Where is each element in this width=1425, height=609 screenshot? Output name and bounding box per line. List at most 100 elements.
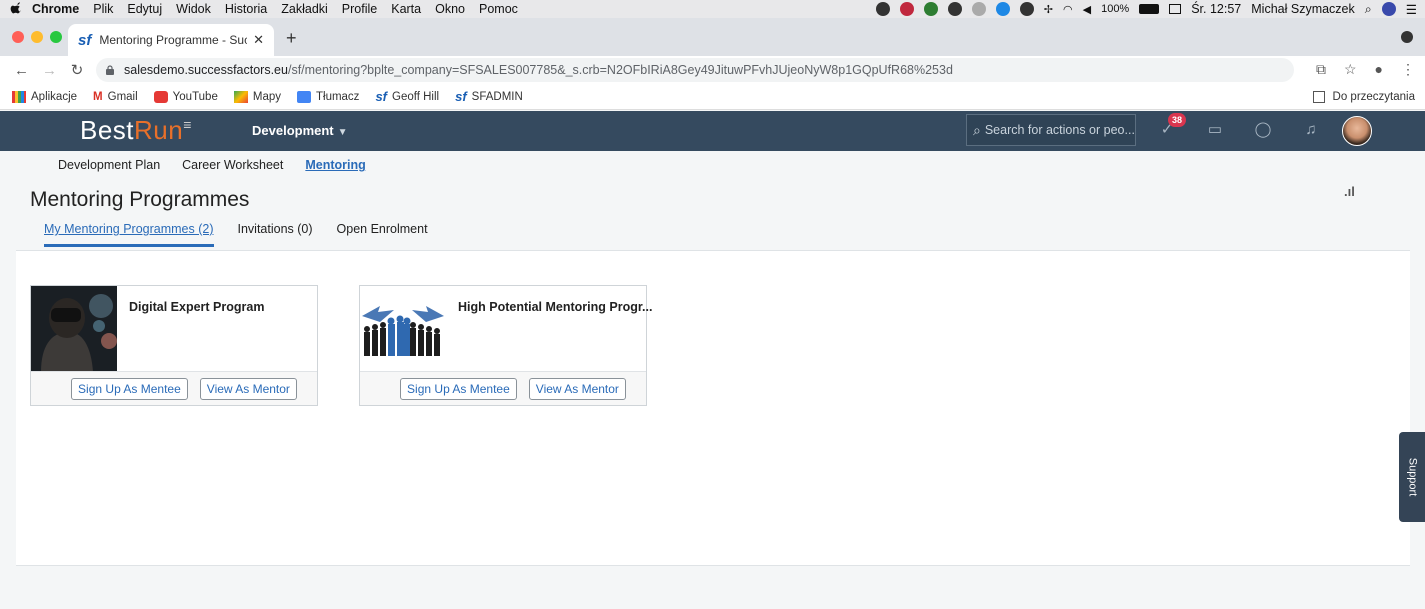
- bookmark-maps[interactable]: Mapy: [233, 90, 281, 103]
- view-as-mentor-button[interactable]: View As Mentor: [199, 377, 297, 400]
- spotlight-icon[interactable]: ⌕: [1365, 2, 1372, 17]
- tab-my-programmes[interactable]: My Mentoring Programmes (2): [44, 222, 214, 247]
- menubar-user[interactable]: Michał Szymaczek: [1251, 2, 1355, 16]
- programme-card[interactable]: High Potential Mentoring Progr... Sign U…: [359, 285, 652, 406]
- user-avatar[interactable]: [1342, 116, 1372, 146]
- view-as-mentor-button[interactable]: View As Mentor: [528, 377, 626, 400]
- menu-okno[interactable]: Okno: [435, 2, 465, 16]
- card-title[interactable]: High Potential Mentoring Progr...: [458, 300, 652, 314]
- bookmark-sfadmin[interactable]: sf SFADMIN: [455, 89, 523, 104]
- address-bar[interactable]: salesdemo.successfactors.eu/sf/mentoring…: [96, 58, 1294, 82]
- subnav-development-plan[interactable]: Development Plan: [58, 158, 160, 172]
- approvals-icon[interactable]: ✓ 38: [1156, 113, 1186, 141]
- subnav-mentoring[interactable]: Mentoring: [305, 158, 365, 172]
- reading-list[interactable]: Do przeczytania: [1312, 90, 1425, 103]
- reload-button[interactable]: ↻: [70, 61, 84, 79]
- menu-plik[interactable]: Plik: [93, 2, 113, 16]
- translate-icon[interactable]: ⧉: [1316, 61, 1326, 78]
- menubar-datetime[interactable]: Śr. 12:57: [1191, 2, 1241, 16]
- help-icon[interactable]: ◯: [1252, 119, 1274, 141]
- bookmark-gmail[interactable]: M Gmail: [93, 91, 138, 103]
- chrome-menu-icon[interactable]: ⋮: [1401, 61, 1415, 78]
- vr-headset-image: [31, 286, 117, 372]
- brand-best: Best: [80, 115, 135, 145]
- sf-favicon-icon: sf: [78, 31, 92, 49]
- bookmark-label: Gmail: [107, 90, 138, 103]
- close-window-button[interactable]: [12, 31, 24, 43]
- menu-edytuj[interactable]: Edytuj: [127, 2, 162, 16]
- module-label: Development: [252, 123, 334, 138]
- bookmark-label: Aplikacje: [31, 90, 78, 103]
- card-title[interactable]: Digital Expert Program: [129, 300, 264, 314]
- bookmark-label: SFADMIN: [471, 90, 523, 103]
- forward-button[interactable]: →: [42, 62, 57, 79]
- module-picker[interactable]: Development ▼: [252, 123, 348, 138]
- programme-tabs: My Mentoring Programmes (2) Invitations …: [44, 222, 452, 247]
- back-button[interactable]: ←: [14, 62, 29, 79]
- wifi-icon[interactable]: ◠: [1063, 3, 1073, 16]
- new-tab-button[interactable]: +: [286, 28, 297, 49]
- bell-icon[interactable]: ♫: [1300, 119, 1322, 141]
- status-shield-icon[interactable]: [899, 2, 914, 16]
- subnav-career-worksheet[interactable]: Career Worksheet: [182, 158, 283, 172]
- menu-pomoc[interactable]: Pomoc: [479, 2, 518, 16]
- business-group-image: [360, 286, 446, 372]
- menu-profile[interactable]: Profile: [342, 2, 377, 16]
- status-app-icon[interactable]: [875, 2, 890, 16]
- support-tab[interactable]: Support: [1399, 432, 1425, 522]
- status-tree-icon[interactable]: [923, 2, 938, 16]
- url-path: /sf/mentoring?bplte_company=SFSALES00778…: [287, 63, 953, 77]
- menu-widok[interactable]: Widok: [176, 2, 211, 16]
- bookmark-star-icon[interactable]: ☆: [1344, 61, 1357, 78]
- tab-open-enrolment[interactable]: Open Enrolment: [337, 222, 428, 247]
- tab-search-icon[interactable]: [1401, 31, 1413, 43]
- bookmark-translate[interactable]: Tłumacz: [296, 90, 360, 103]
- siri-icon[interactable]: [1381, 2, 1396, 16]
- control-center-icon[interactable]: ☰: [1406, 2, 1417, 17]
- youtube-icon: [153, 90, 168, 103]
- status-clock-icon[interactable]: [971, 2, 986, 16]
- profile-icon[interactable]: ●: [1375, 61, 1383, 78]
- bookmark-apps[interactable]: Aplikacje: [12, 90, 78, 103]
- bookmark-label: Tłumacz: [315, 90, 360, 103]
- bookmark-label: Geoff Hill: [392, 90, 440, 103]
- tab-close-icon[interactable]: ✕: [253, 32, 264, 48]
- translate-icon: [296, 90, 311, 103]
- battery-percent[interactable]: 100%: [1101, 3, 1129, 15]
- bestrun-logo[interactable]: BestRun≡: [80, 115, 192, 146]
- menu-karta[interactable]: Karta: [391, 2, 421, 16]
- gmail-icon: M: [93, 90, 103, 103]
- sf-favicon-icon: sf: [455, 89, 467, 104]
- menu-app-chrome[interactable]: Chrome: [32, 2, 79, 16]
- status-dot-icon[interactable]: [947, 2, 962, 16]
- lock-icon[interactable]: [106, 65, 114, 75]
- menu-zakladki[interactable]: Zakładki: [281, 2, 328, 16]
- search-icon: ⌕: [973, 121, 981, 138]
- menu-historia[interactable]: Historia: [225, 2, 267, 16]
- bluetooth-icon[interactable]: ✢: [1044, 3, 1053, 16]
- volume-icon[interactable]: ◀: [1083, 3, 1091, 16]
- zoom-window-button[interactable]: [50, 31, 62, 43]
- chart-icon[interactable]: .ıl: [1344, 184, 1355, 199]
- minimize-window-button[interactable]: [31, 31, 43, 43]
- sign-up-mentee-button[interactable]: Sign Up As Mentee: [400, 377, 517, 400]
- status-q-icon[interactable]: [995, 2, 1010, 16]
- battery-icon[interactable]: [1139, 4, 1160, 14]
- status-grid-icon[interactable]: [1019, 2, 1034, 16]
- development-subnav: Development Plan Career Worksheet Mentor…: [0, 151, 1425, 179]
- sign-up-mentee-button[interactable]: Sign Up As Mentee: [71, 377, 188, 400]
- display-icon[interactable]: [1169, 4, 1182, 14]
- browser-tab-strip: sf Mentoring Programme - Succe ✕ +: [0, 18, 1425, 56]
- global-search-input[interactable]: ⌕ Search for actions or peo...: [966, 114, 1136, 146]
- programme-card[interactable]: Digital Expert Program Sign Up As Mentee…: [30, 285, 318, 406]
- search-placeholder: Search for actions or peo...: [984, 123, 1135, 137]
- programme-thumbnail: [31, 286, 117, 372]
- bookmark-geoff-hill[interactable]: sf Geoff Hill: [375, 89, 439, 104]
- bookmark-youtube[interactable]: YouTube: [153, 90, 218, 103]
- bookmark-label: YouTube: [172, 90, 218, 103]
- browser-tab-active[interactable]: sf Mentoring Programme - Succe ✕: [68, 24, 274, 56]
- caret-down-icon: ▼: [337, 127, 348, 138]
- chat-icon[interactable]: ▭: [1204, 119, 1226, 141]
- tab-invitations[interactable]: Invitations (0): [238, 222, 313, 247]
- apple-icon[interactable]: [10, 2, 24, 16]
